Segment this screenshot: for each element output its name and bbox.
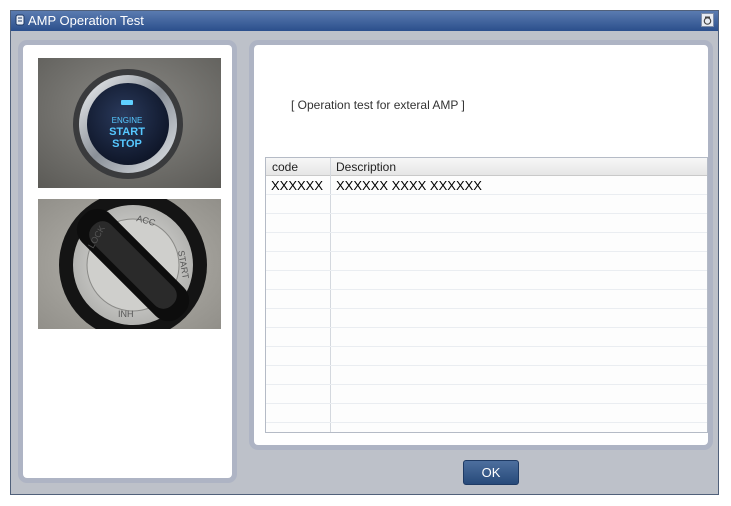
window-title: AMP Operation Test xyxy=(28,13,144,28)
title-bar: AMP Operation Test xyxy=(11,11,718,31)
table-row-empty xyxy=(266,214,707,233)
table-row[interactable]: XXXXXX XXXXXX XXXX XXXXXX xyxy=(266,176,707,195)
dialog-window: AMP Operation Test ENGINE START STOP LOC… xyxy=(10,10,719,495)
table-row-empty xyxy=(266,404,707,423)
ignition-key-image: LOCK ACC START INH xyxy=(38,199,221,329)
table-row-empty xyxy=(266,252,707,271)
window-control-button[interactable] xyxy=(701,13,714,27)
cell-description: XXXXXX XXXX XXXXXX xyxy=(336,178,482,193)
app-icon xyxy=(15,14,25,26)
svg-text:STOP: STOP xyxy=(112,138,142,150)
test-caption: [ Operation test for exteral AMP ] xyxy=(291,98,465,112)
table-header: code Description xyxy=(266,158,707,176)
ok-button[interactable]: OK xyxy=(463,460,519,485)
table-row-empty xyxy=(266,309,707,328)
restore-icon xyxy=(703,16,712,25)
table-row-empty xyxy=(266,366,707,385)
table-row-empty xyxy=(266,290,707,309)
table-row-empty xyxy=(266,233,707,252)
svg-text:INH: INH xyxy=(118,309,134,319)
table-row-empty xyxy=(266,195,707,214)
table-row-empty xyxy=(266,271,707,290)
table-row-empty xyxy=(266,347,707,366)
column-header-description[interactable]: Description xyxy=(336,160,396,174)
result-table: code Description XXXXXX XXXXXX XXXX XXXX… xyxy=(265,157,708,433)
column-header-code[interactable]: code xyxy=(272,160,298,174)
svg-text:ENGINE: ENGINE xyxy=(112,116,143,125)
test-panel: [ Operation test for exteral AMP ] code … xyxy=(249,40,713,450)
engine-start-stop-button-image: ENGINE START STOP xyxy=(38,58,221,188)
table-row-empty xyxy=(266,328,707,347)
table-row-empty xyxy=(266,385,707,404)
cell-code: XXXXXX xyxy=(271,178,324,193)
svg-text:START: START xyxy=(109,126,145,138)
